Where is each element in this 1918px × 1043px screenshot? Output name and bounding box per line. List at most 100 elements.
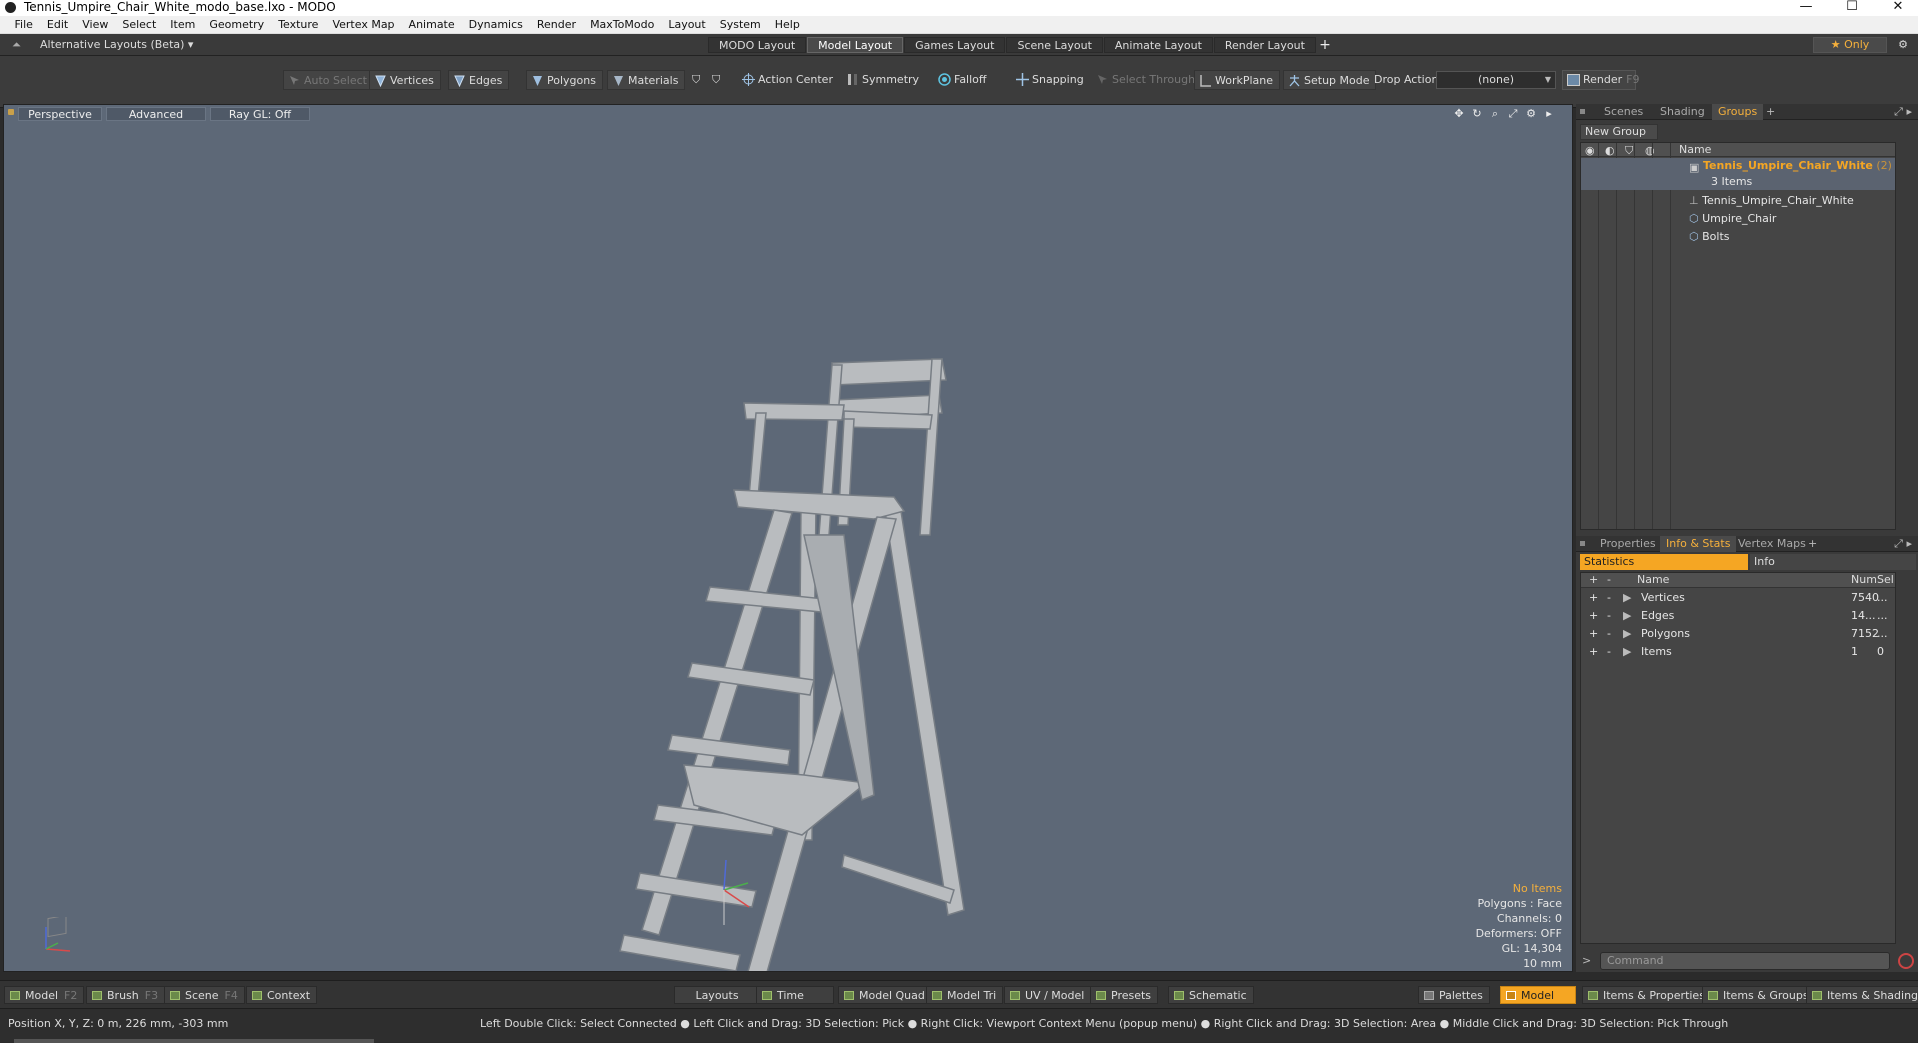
materials-button[interactable]: Materials — [607, 70, 686, 90]
symmetry-button[interactable]: Symmetry — [842, 70, 925, 90]
tab-modo-layout[interactable]: MODO Layout — [708, 37, 807, 53]
statistics-tab[interactable]: Statistics — [1580, 554, 1748, 570]
shield-settings-icon[interactable]: ⛉ — [712, 70, 720, 90]
tab-games-layout[interactable]: Games Layout — [904, 37, 1006, 53]
model-tri-button[interactable]: Model Tri — [926, 986, 1004, 1004]
arrow-right-icon[interactable]: ▸ — [1540, 107, 1558, 120]
menu-render[interactable]: Render — [530, 16, 583, 34]
edges-button[interactable]: Edges — [448, 70, 510, 90]
schematic-button[interactable]: Schematic — [1168, 986, 1254, 1004]
tab-vertex-maps[interactable]: Vertex Maps — [1732, 536, 1812, 552]
expand-all-icon[interactable]: + — [1589, 573, 1598, 586]
panel-menu-icon[interactable] — [1580, 109, 1585, 114]
add-tab-icon[interactable]: + — [1766, 104, 1775, 120]
minus-icon[interactable]: - — [1607, 643, 1611, 661]
add-layout-icon[interactable]: + — [1317, 37, 1333, 53]
add-tab-icon[interactable]: + — [1808, 536, 1817, 552]
menu-system[interactable]: System — [713, 16, 768, 34]
presets-button[interactable]: Presets — [1090, 986, 1159, 1004]
pan-icon[interactable]: ✥ — [1450, 107, 1468, 120]
vertices-button[interactable]: Vertices — [369, 70, 441, 90]
group-row-tennis-umpire-chair[interactable]: Tennis_Umpire_Chair_White (2) 3 Items — [1581, 158, 1895, 190]
falloff-button[interactable]: Falloff — [934, 70, 992, 90]
brush-mode-button[interactable]: Brush F3 — [86, 986, 166, 1004]
auto-select-button[interactable]: Auto Select — [283, 70, 374, 90]
plus-icon[interactable]: + — [1589, 643, 1598, 661]
tennis-umpire-chair-model[interactable] — [544, 235, 984, 972]
layouts-button[interactable]: Layouts — [674, 986, 758, 1004]
pin-icon[interactable]: ⏶ — [12, 34, 22, 56]
plus-icon[interactable]: + — [1589, 607, 1598, 625]
items-shading-button[interactable]: Items & Shading — [1806, 986, 1918, 1004]
menu-dynamics[interactable]: Dynamics — [462, 16, 530, 34]
menu-help[interactable]: Help — [768, 16, 807, 34]
gear-icon[interactable]: ⚙ — [1894, 37, 1912, 53]
stats-row-polygons[interactable]: + - ▶ Polygons 7152 ... — [1581, 625, 1895, 643]
tab-render-layout[interactable]: Render Layout — [1213, 37, 1316, 53]
stats-row-items[interactable]: + - ▶ Items 1 0 — [1581, 643, 1895, 661]
tab-properties[interactable]: Properties — [1594, 536, 1662, 552]
expand-arrow-icon[interactable]: ▶ — [1623, 643, 1631, 661]
panel-menu-icon[interactable] — [1580, 541, 1585, 546]
3d-viewport[interactable]: Perspective Advanced Ray GL: Off ✥ ↻ ⌕ ⤢ ⚙ ▸ — [3, 104, 1573, 972]
plus-icon[interactable]: + — [1589, 589, 1598, 607]
action-center-button[interactable]: Action Center — [738, 70, 839, 90]
expand-panel-icon[interactable]: ⤢ ▸ — [1894, 536, 1912, 552]
stop-record-icon[interactable] — [1898, 953, 1914, 969]
minus-icon[interactable]: - — [1607, 625, 1611, 643]
drop-action-select[interactable]: (none) ▼ — [1436, 71, 1556, 89]
minus-icon[interactable]: - — [1607, 607, 1611, 625]
time-button[interactable]: Time — [756, 986, 834, 1004]
menu-item[interactable]: Item — [163, 16, 202, 34]
menu-select[interactable]: Select — [115, 16, 163, 34]
model-quad-button[interactable]: Model Quad — [838, 986, 932, 1004]
stats-row-edges[interactable]: + - ▶ Edges 14... ... — [1581, 607, 1895, 625]
tab-scenes[interactable]: Scenes — [1598, 104, 1649, 120]
expand-arrow-icon[interactable]: ▶ — [1623, 607, 1631, 625]
info-tab[interactable]: Info — [1750, 554, 1916, 570]
tab-info-stats[interactable]: Info & Stats — [1660, 536, 1737, 552]
tab-animate-layout[interactable]: Animate Layout — [1103, 37, 1213, 53]
menu-geometry[interactable]: Geometry — [202, 16, 271, 34]
zoom-icon[interactable]: ⌕ — [1486, 107, 1504, 121]
plus-icon[interactable]: + — [1589, 625, 1598, 643]
alternative-layouts-dropdown[interactable]: ⏶ Alternative Layouts (Beta) ▾ — [12, 34, 193, 56]
tab-groups[interactable]: Groups — [1712, 104, 1764, 120]
only-button[interactable]: ★ Only — [1813, 37, 1887, 53]
raygl-button[interactable]: Ray GL: Off — [210, 107, 310, 121]
tab-scene-layout[interactable]: Scene Layout — [1006, 37, 1103, 53]
close-button[interactable]: ✕ — [1878, 0, 1918, 16]
uv-model-button[interactable]: UV / Model — [1004, 986, 1092, 1004]
render-button[interactable]: Render F9 — [1562, 70, 1640, 90]
setup-mode-button[interactable]: Setup Mode — [1283, 70, 1377, 90]
items-properties-button[interactable]: Items & Properties — [1582, 986, 1712, 1004]
group-child-mesh-row[interactable]: ⊥ Tennis_Umpire_Chair_White — [1689, 192, 1854, 209]
shading-mode-button[interactable]: Advanced — [106, 107, 206, 121]
new-group-button[interactable]: New Group — [1580, 124, 1658, 140]
collapse-all-icon[interactable]: - — [1607, 573, 1611, 586]
maximize-icon[interactable]: ⤢ — [1504, 107, 1522, 121]
group-child-bolts-row[interactable]: ⬡ Bolts — [1689, 228, 1730, 245]
select-through-button[interactable]: Select Through — [1092, 70, 1201, 90]
menu-animate[interactable]: Animate — [402, 16, 462, 34]
menu-maxtomodo[interactable]: MaxToModo — [583, 16, 661, 34]
gear-icon[interactable]: ⚙ — [1522, 107, 1540, 120]
stats-row-vertices[interactable]: + - ▶ Vertices 7540 ... — [1581, 589, 1895, 607]
expand-arrow-icon[interactable]: ▶ — [1623, 589, 1631, 607]
menu-layout[interactable]: Layout — [661, 16, 712, 34]
menu-view[interactable]: View — [75, 16, 115, 34]
maximize-button[interactable]: ☐ — [1832, 0, 1872, 16]
viewport-menu-icon[interactable] — [8, 109, 14, 115]
menu-edit[interactable]: Edit — [40, 16, 75, 34]
expand-panel-icon[interactable]: ⤢ ▸ — [1894, 104, 1912, 120]
group-child-umpire-chair-row[interactable]: ⬡ Umpire_Chair — [1689, 210, 1776, 227]
expand-arrow-icon[interactable]: ▶ — [1623, 625, 1631, 643]
minimize-button[interactable]: — — [1786, 0, 1826, 16]
palettes-button[interactable]: Palettes — [1418, 986, 1490, 1004]
rotate-icon[interactable]: ↻ — [1468, 107, 1486, 120]
perspective-view-button[interactable]: Perspective — [18, 107, 102, 121]
command-input[interactable]: Command — [1600, 952, 1890, 970]
menu-vertex-map[interactable]: Vertex Map — [325, 16, 401, 34]
context-button[interactable]: Context — [246, 986, 318, 1004]
tab-model-layout[interactable]: Model Layout — [807, 37, 904, 53]
